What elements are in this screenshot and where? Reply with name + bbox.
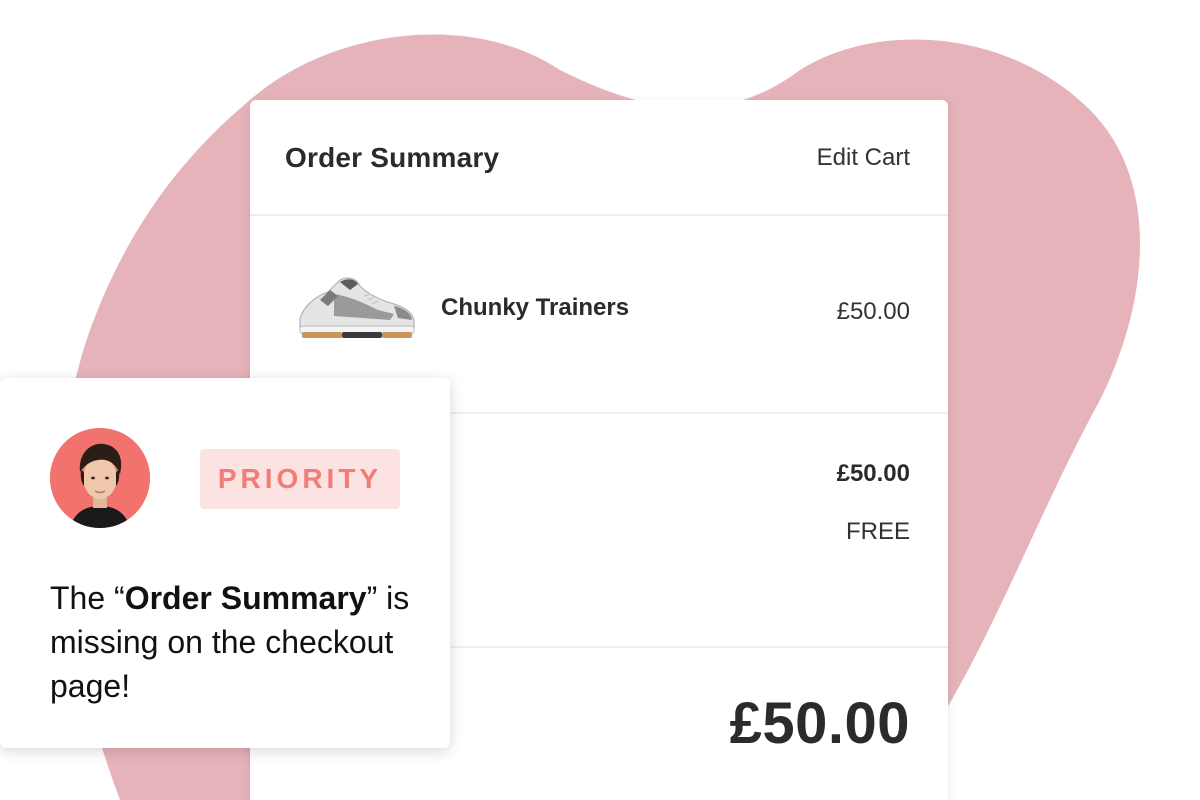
shipping-value: FREE [845,518,910,545]
message-prefix: The “ [50,580,125,616]
feedback-card: PRIORITY The “Order Summary” is missing … [0,378,450,748]
item-price: £50.00 [836,298,910,325]
order-summary-title: Order Summary [285,142,500,173]
feedback-message: The “Order Summary” is missing on the ch… [50,576,430,708]
priority-badge: PRIORITY [200,449,400,509]
item-name: Chunky Trainers [441,294,630,321]
sneaker-product-image [299,277,415,338]
user-portrait-icon [50,428,150,528]
order-summary-header: Order Summary Edit Cart [250,100,948,216]
user-avatar [50,428,150,528]
grand-total-value: £50.00 [729,691,910,756]
stage: Order Summary Edit Cart Chunky Trainers … [0,0,1200,800]
edit-cart-link[interactable]: Edit Cart [817,144,910,172]
message-highlight: Order Summary [124,580,367,616]
subtotal-value: £50.00 [836,460,910,487]
